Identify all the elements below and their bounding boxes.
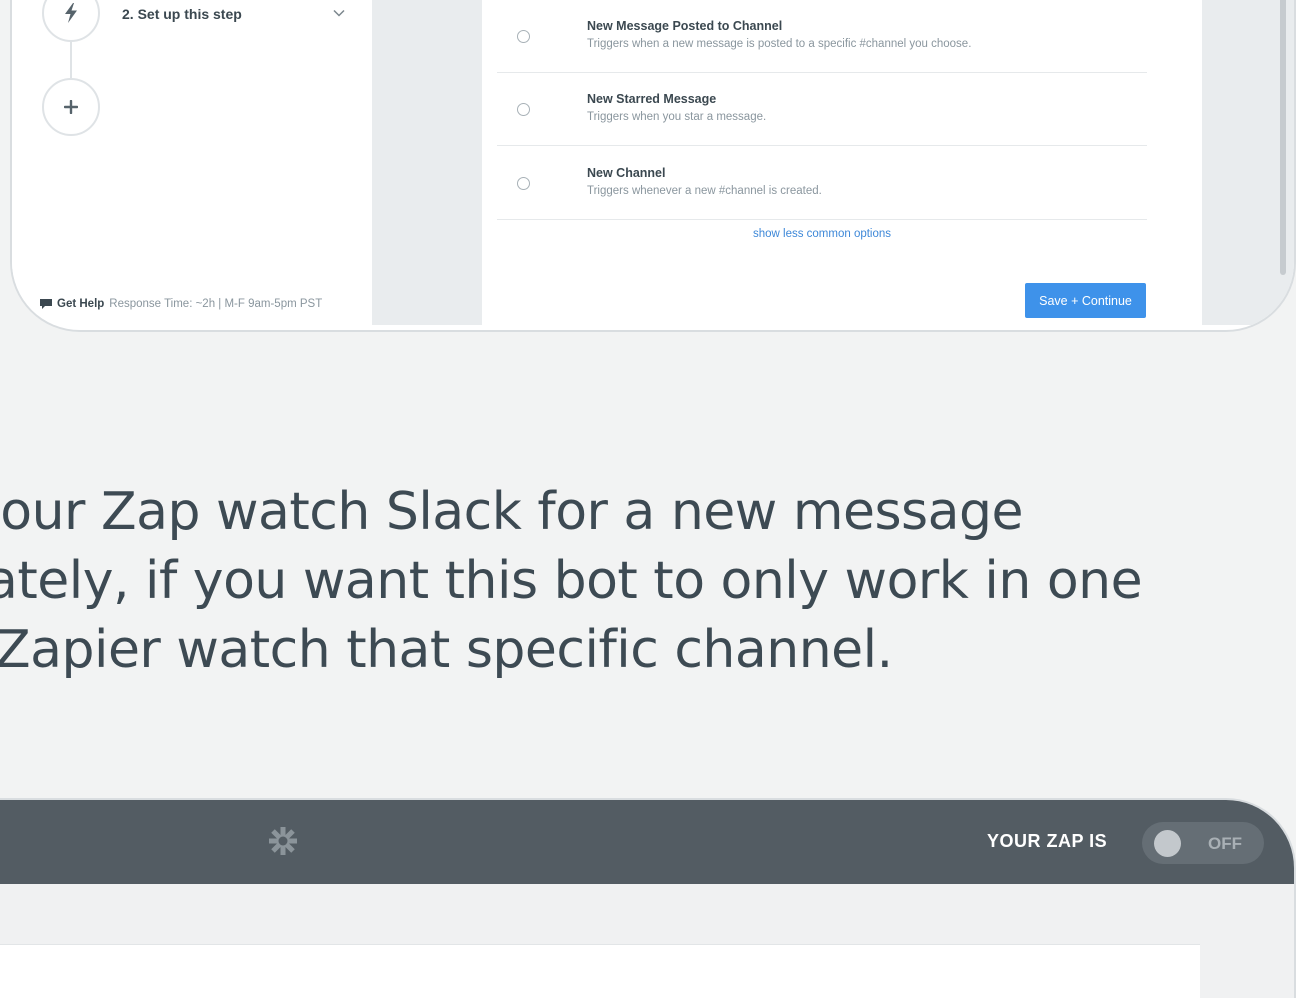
zap-status-label: YOUR ZAP IS: [987, 831, 1108, 851]
editor-window: 2. Set up this step Get Help Response Ti…: [10, 0, 1296, 332]
option-description: Triggers whenever a new #channel is crea…: [587, 185, 822, 197]
option-title: New Message Posted to Channel: [587, 19, 783, 33]
zap-top-bar: YOUR ZAP IS OFF: [0, 800, 1294, 884]
option-description: Triggers when you star a message.: [587, 111, 767, 123]
option-title: New Channel: [587, 166, 666, 180]
trigger-option[interactable]: New Starred Message Triggers when you st…: [497, 73, 1147, 146]
zapier-asterisk-icon: [269, 827, 297, 855]
toggle-knob[interactable]: [1154, 830, 1181, 857]
editor-window-bottom: YOUR ZAP IS OFF: [0, 798, 1296, 998]
trigger-option[interactable]: New Message Posted to Channel Triggers w…: [497, 0, 1147, 73]
option-title: New Starred Message: [587, 92, 717, 106]
toggle-state-text: OFF: [1208, 834, 1242, 853]
zap-toggle[interactable]: OFF: [1142, 822, 1264, 864]
step-one-circle[interactable]: [42, 0, 100, 42]
step-label[interactable]: 2. Set up this step: [122, 6, 242, 22]
chat-bubble-icon: [40, 298, 52, 309]
caption-line: Zapier watch that specific channel.: [0, 620, 893, 680]
step-connector: [70, 42, 72, 78]
get-help-label[interactable]: Get Help: [57, 298, 104, 310]
trigger-option[interactable]: New Channel Triggers whenever a new #cha…: [497, 147, 1147, 220]
lightning-icon: [65, 3, 77, 23]
plus-icon: [64, 100, 78, 114]
save-continue-button[interactable]: Save + Continue: [1025, 283, 1146, 318]
option-description: Triggers when a new message is posted to…: [587, 38, 972, 50]
get-help[interactable]: Get Help Response Time: ~2h | M-F 9am-5p…: [40, 298, 322, 310]
left-gutter: [372, 0, 482, 325]
caption-text: your Zap watch Slack for a new message a…: [0, 478, 1296, 685]
chevron-down-icon[interactable]: [332, 6, 346, 20]
add-step-button[interactable]: [42, 78, 100, 136]
caption-line: your Zap watch Slack for a new message: [0, 482, 1024, 542]
scrollbar[interactable]: [1280, 0, 1286, 275]
radio-button[interactable]: [517, 177, 530, 190]
content-card: [0, 944, 1200, 998]
response-time-text: Response Time: ~2h | M-F 9am-5pm PST: [109, 298, 323, 310]
show-less-options-link[interactable]: show less common options: [497, 228, 1147, 240]
caption-line: ately, if you want this bot to only work…: [0, 551, 1143, 611]
radio-button[interactable]: [517, 103, 530, 116]
radio-button[interactable]: [517, 30, 530, 43]
steps-sidebar: 2. Set up this step Get Help Response Ti…: [12, 0, 372, 325]
